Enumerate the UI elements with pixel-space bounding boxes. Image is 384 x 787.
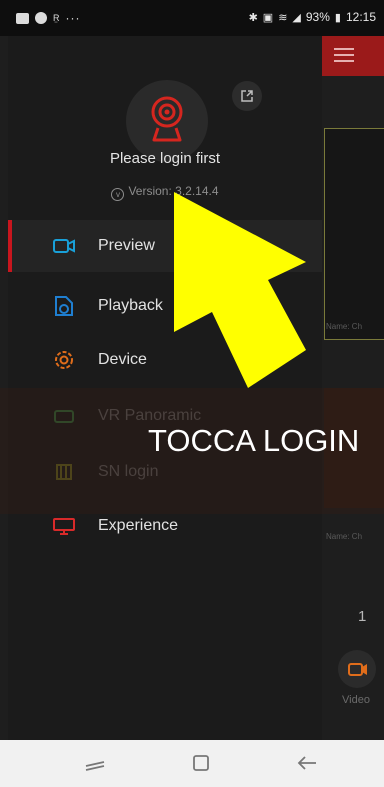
annotation-text: TOCCA LOGIN [148,423,360,458]
status-bar: R̤ ··· ✱ ▣ ≋ ◢ 93% ▮ 12:15 [0,0,384,36]
video-icon [338,650,376,688]
video-panel[interactable] [324,128,384,340]
menu-label: Playback [98,297,163,314]
panel-caption: Name: Ch [326,322,363,331]
back-button[interactable] [294,752,320,774]
wifi-icon: ≋ [278,11,288,24]
menu-label: Device [98,351,147,368]
recent-apps-button[interactable] [82,752,108,774]
camera-logo-icon [151,96,183,142]
version-icon: v [111,188,125,201]
video-label: Video [342,694,370,706]
active-indicator [8,220,12,272]
rx-indicator: R̤ [53,13,60,23]
app-icon [35,12,47,24]
menu-label: Preview [98,237,155,254]
battery-percent: 93% [305,10,330,24]
share-icon [241,90,253,102]
hamburger-menu-icon[interactable] [334,48,354,62]
home-icon [193,755,209,771]
image-icon [16,12,29,24]
signal-icon: ◢ [292,11,301,24]
clock: 12:15 [345,10,376,24]
preview-icon [52,234,76,258]
recent-apps-icon [85,761,105,771]
system-navigation-bar [0,740,384,787]
back-arrow-icon [297,756,316,770]
home-button[interactable] [188,752,214,774]
video-button[interactable]: Video [332,642,384,712]
menu-label: Experience [98,517,179,534]
device-icon [52,348,76,372]
yellow-arrow-annotation [174,192,306,388]
battery-icon: ▮ [334,11,341,24]
panel-caption: Name: Ch [326,532,363,541]
share-button[interactable] [232,81,262,111]
mute-icon: ▣ [262,11,274,24]
experience-icon [52,514,76,538]
playback-icon [52,294,76,318]
more-dots-icon: ··· [65,11,81,25]
page-number: 1 [358,608,367,625]
login-prompt[interactable]: Please login first [8,150,322,167]
bluetooth-icon: ✱ [248,11,258,24]
